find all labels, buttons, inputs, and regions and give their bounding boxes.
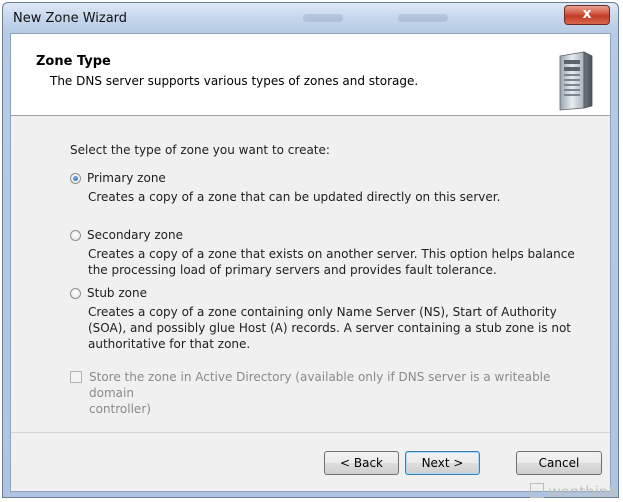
store-in-ad-checkbox-row[interactable]: Store the zone in Active Directory (avai… xyxy=(70,369,589,417)
next-button[interactable]: Next > xyxy=(405,451,480,475)
store-in-ad-label: Store the zone in Active Directory (avai… xyxy=(89,369,589,417)
watermark-text: wenthink xyxy=(548,483,617,501)
title-bar-blur xyxy=(398,14,448,22)
watermark-logo-icon xyxy=(530,483,545,498)
checkbox-label-line: Store the zone in Active Directory (avai… xyxy=(89,370,551,400)
secondary-zone-description: Creates a copy of a zone that exists on … xyxy=(88,246,588,278)
wizard-client-area: Zone Type The DNS server supports variou… xyxy=(10,33,611,492)
radio-stub-zone[interactable]: Stub zone xyxy=(70,286,147,300)
radio-label-secondary-zone[interactable]: Secondary zone xyxy=(87,228,183,242)
store-in-ad-checkbox[interactable] xyxy=(70,371,82,383)
radio-primary-zone[interactable]: Primary zone xyxy=(70,171,166,185)
description-line: the processing load of primary servers a… xyxy=(88,263,497,277)
wizard-window: New Zone Wizard x Zone Type The DNS serv… xyxy=(2,2,619,498)
stub-zone-description: Creates a copy of a zone containing only… xyxy=(88,304,588,352)
watermark: wenthink xyxy=(530,483,617,501)
zone-type-prompt: Select the type of zone you want to crea… xyxy=(70,143,330,157)
radio-label-primary-zone[interactable]: Primary zone xyxy=(87,171,166,185)
server-tower-icon xyxy=(559,51,593,111)
wizard-body: Select the type of zone you want to crea… xyxy=(11,116,610,433)
radio-label-stub-zone[interactable]: Stub zone xyxy=(87,286,147,300)
back-button[interactable]: < Back xyxy=(324,451,399,475)
page-title: Zone Type xyxy=(36,54,111,69)
wizard-header: Zone Type The DNS server supports variou… xyxy=(11,34,610,116)
close-button[interactable]: x xyxy=(564,5,610,25)
window-title: New Zone Wizard xyxy=(13,11,128,26)
primary-zone-description: Creates a copy of a zone that can be upd… xyxy=(88,189,588,205)
checkbox-label-line: controller) xyxy=(89,402,151,416)
description-line: Creates a copy of a zone containing only… xyxy=(88,305,557,319)
page-subtitle: The DNS server supports various types of… xyxy=(50,74,419,88)
radio-button-checked[interactable] xyxy=(70,172,81,184)
close-icon: x xyxy=(582,6,592,22)
description-line: (SOA), and possibly glue Host (A) record… xyxy=(88,321,571,335)
wizard-footer: < Back Next > Cancel xyxy=(11,432,610,491)
description-line: Creates a copy of a zone that can be upd… xyxy=(88,190,501,204)
radio-button[interactable] xyxy=(70,287,81,299)
description-line: authoritative for that zone. xyxy=(88,337,251,351)
description-line: Creates a copy of a zone that exists on … xyxy=(88,247,575,261)
cancel-button[interactable]: Cancel xyxy=(516,451,602,475)
radio-button[interactable] xyxy=(70,229,81,241)
radio-secondary-zone[interactable]: Secondary zone xyxy=(70,228,183,242)
title-bar-blur xyxy=(303,14,343,22)
title-bar[interactable]: New Zone Wizard x xyxy=(3,3,618,33)
